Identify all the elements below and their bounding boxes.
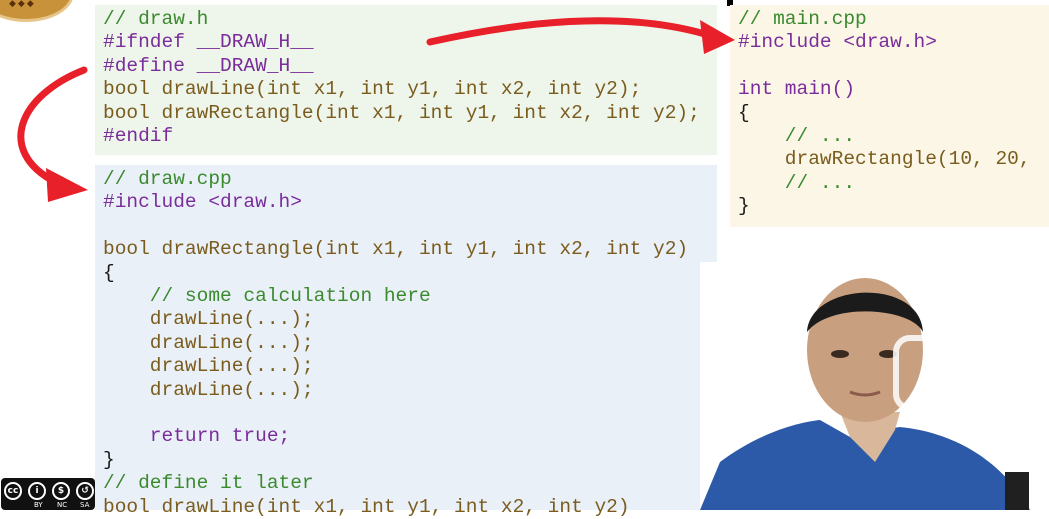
badge-label-sa: SA <box>80 501 90 509</box>
license-badge: cc i $ ↺ BY NC SA <box>1 478 95 510</box>
curved-arrow-icon <box>17 66 88 202</box>
badge-label-by: BY <box>34 501 43 509</box>
badge-label-nc: NC <box>57 501 68 509</box>
cc-icon: cc <box>4 482 22 500</box>
attribution-icon: i <box>28 482 46 500</box>
noncommercial-icon: $ <box>52 482 70 500</box>
curved-arrow-icon <box>426 17 735 54</box>
presenter-video <box>700 262 1049 510</box>
sharealike-icon: ↺ <box>76 482 94 500</box>
